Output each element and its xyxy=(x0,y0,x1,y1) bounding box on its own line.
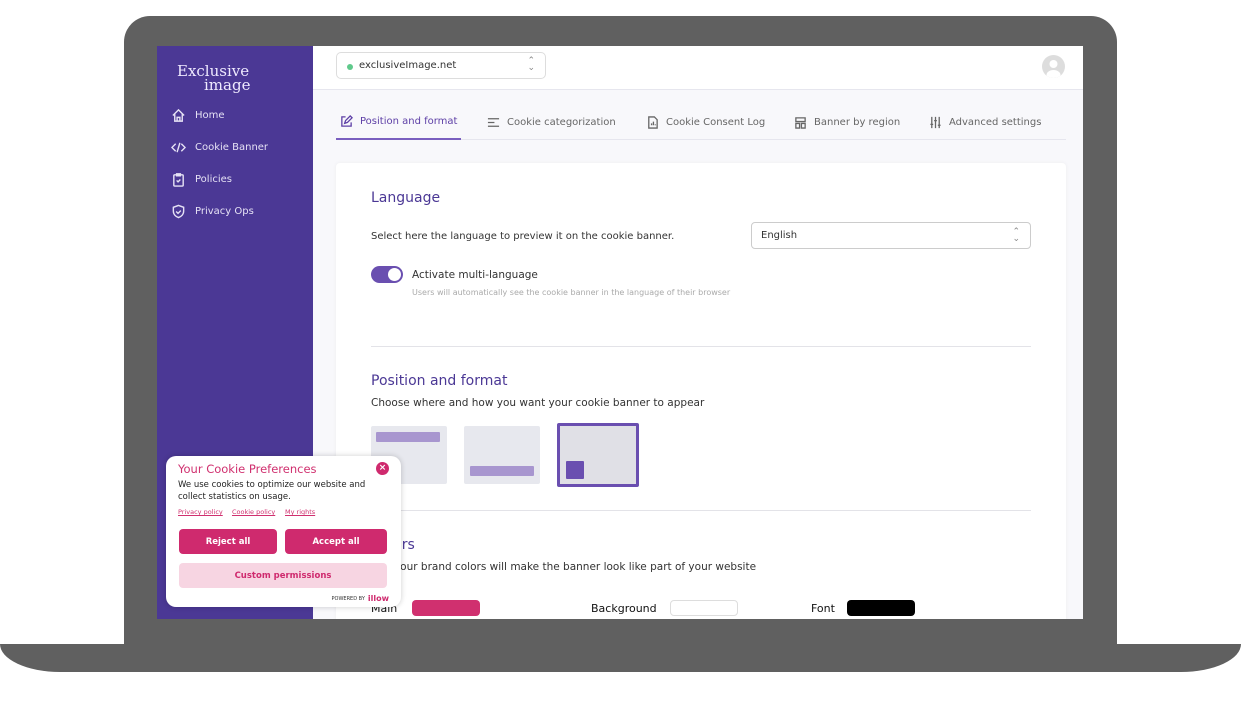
tab-advanced-settings[interactable]: Advanced settings xyxy=(925,104,1045,140)
top-header: exclusiveImage.net ⌃ ⌄ xyxy=(313,46,1083,90)
code-icon xyxy=(171,142,186,153)
cookie-banner-preview: Your Cookie Preferences × We use cookies… xyxy=(166,456,401,607)
divider xyxy=(371,346,1031,347)
tab-banner-by-region[interactable]: Banner by region xyxy=(790,104,904,140)
chevron-up-down-icon: ⌃ ⌄ xyxy=(527,56,535,73)
colors-desc: Use your brand colors will make the bann… xyxy=(371,561,757,573)
accept-all-button[interactable]: Accept all xyxy=(285,529,387,554)
clipboard-check-icon xyxy=(173,173,184,187)
position-option-bottom[interactable] xyxy=(464,426,540,484)
toggle-help: Users will automatically see the cookie … xyxy=(412,288,731,297)
sidebar-item-policies[interactable]: Policies xyxy=(171,172,232,187)
tab-cookie-categorization[interactable]: Cookie categorization xyxy=(483,104,620,140)
avatar[interactable] xyxy=(1042,55,1065,78)
laptop-base xyxy=(0,644,1241,672)
layout-icon xyxy=(795,116,806,129)
align-left-icon xyxy=(487,117,500,127)
toggle-label: Activate multi-language xyxy=(412,269,538,281)
popup-desc: We use cookies to optimize our website a… xyxy=(178,480,366,502)
multi-language-toggle[interactable] xyxy=(371,266,403,283)
position-desc: Choose where and how you want your cooki… xyxy=(371,397,705,409)
language-desc: Select here the language to preview it o… xyxy=(371,231,675,242)
privacy-policy-link[interactable]: Privacy policy xyxy=(178,508,223,516)
sidebar-item-home[interactable]: Home xyxy=(171,108,225,123)
reject-all-button[interactable]: Reject all xyxy=(179,529,277,554)
divider xyxy=(371,510,1031,511)
site-selector[interactable]: exclusiveImage.net ⌃ ⌄ xyxy=(336,52,546,79)
language-title: Language xyxy=(371,190,441,206)
custom-permissions-button[interactable]: Custom permissions xyxy=(179,563,387,588)
illow-logo: illow xyxy=(367,594,389,603)
tab-position-format[interactable]: Position and format xyxy=(336,104,462,140)
position-title: Position and format xyxy=(371,373,508,389)
sliders-icon xyxy=(930,116,941,128)
main-color-swatch[interactable] xyxy=(412,600,480,616)
settings-card: Language Select here the language to pre… xyxy=(336,163,1066,619)
home-icon xyxy=(172,108,185,122)
sidebar-item-privacy-ops[interactable]: Privacy Ops xyxy=(171,204,254,219)
background-color-swatch[interactable] xyxy=(670,600,738,616)
logo: Exclusive image xyxy=(177,62,251,94)
language-select[interactable]: English ⌃ ⌄ xyxy=(751,222,1031,249)
background-color-label: Background xyxy=(591,602,657,615)
sidebar-item-cookie-banner[interactable]: Cookie Banner xyxy=(171,140,268,155)
popup-title: Your Cookie Preferences xyxy=(178,462,317,476)
status-dot xyxy=(347,64,353,70)
tab-bar: Position and format Cookie categorizatio… xyxy=(336,104,1066,140)
position-option-corner[interactable] xyxy=(557,423,639,487)
my-rights-link[interactable]: My rights xyxy=(285,508,315,516)
file-chart-icon xyxy=(648,115,658,129)
font-color-label: Font xyxy=(811,602,835,615)
cookie-policy-link[interactable]: Cookie policy xyxy=(232,508,275,516)
powered-by: POWERED BY illow xyxy=(331,594,389,603)
close-icon[interactable]: × xyxy=(376,462,389,475)
chevron-up-down-icon: ⌃ ⌄ xyxy=(1012,227,1020,244)
shield-check-icon xyxy=(172,204,185,219)
tab-cookie-consent-log[interactable]: Cookie Consent Log xyxy=(642,104,769,140)
edit-icon xyxy=(341,114,353,127)
font-color-swatch[interactable] xyxy=(847,600,915,616)
